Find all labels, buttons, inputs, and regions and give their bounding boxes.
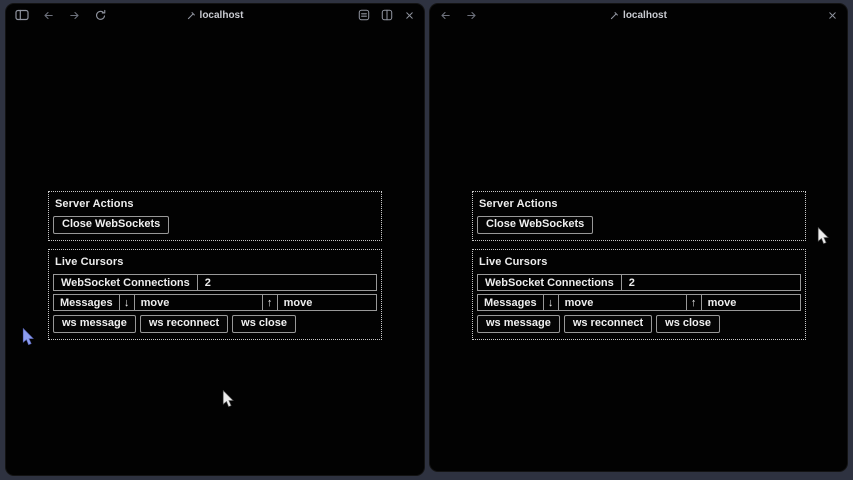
websocket-connections-row: WebSocket Connections 2: [53, 274, 377, 291]
server-actions-title: Server Actions: [479, 198, 801, 210]
demo-panel: Server Actions Close WebSockets Live Cur…: [472, 191, 806, 340]
arrow-up-icon: ↑: [262, 294, 278, 311]
messages-label: Messages: [53, 294, 120, 311]
link-icon: [187, 11, 196, 20]
messages-row: Messages ↓ move ↑ move: [477, 294, 801, 311]
forward-icon[interactable]: [68, 9, 81, 22]
ws-reconnect-button[interactable]: ws reconnect: [564, 315, 652, 333]
titlebar: localhost: [430, 4, 847, 26]
connections-label: WebSocket Connections: [54, 275, 198, 290]
close-websockets-button[interactable]: Close WebSockets: [477, 216, 593, 234]
last-sent-message: move: [701, 294, 801, 311]
reload-icon[interactable]: [94, 9, 107, 22]
ws-message-button[interactable]: ws message: [53, 315, 136, 333]
close-icon[interactable]: [404, 10, 415, 21]
arrow-down-icon: ↓: [119, 294, 135, 311]
server-actions-section: Server Actions Close WebSockets: [48, 191, 382, 241]
close-icon[interactable]: [827, 10, 838, 21]
live-cursors-section: Live Cursors WebSocket Connections 2 Mes…: [472, 249, 806, 340]
link-icon: [610, 11, 619, 20]
tab-overview-icon[interactable]: [381, 9, 393, 21]
ws-reconnect-button[interactable]: ws reconnect: [140, 315, 228, 333]
last-received-message: move: [558, 294, 687, 311]
browser-window-left: localhost Server Actions Close WebSocket…: [5, 3, 425, 476]
back-icon[interactable]: [439, 9, 452, 22]
ws-message-button[interactable]: ws message: [477, 315, 560, 333]
messages-label: Messages: [477, 294, 544, 311]
live-cursors-title: Live Cursors: [479, 256, 801, 268]
connections-value: 2: [198, 275, 376, 290]
back-icon[interactable]: [42, 9, 55, 22]
server-actions-title: Server Actions: [55, 198, 377, 210]
sidebar-toggle-icon[interactable]: [15, 8, 29, 22]
ws-close-button[interactable]: ws close: [656, 315, 720, 333]
close-websockets-button[interactable]: Close WebSockets: [53, 216, 169, 234]
url-text: localhost: [623, 10, 667, 21]
titlebar: localhost: [6, 4, 424, 26]
live-cursors-section: Live Cursors WebSocket Connections 2 Mes…: [48, 249, 382, 340]
messages-row: Messages ↓ move ↑ move: [53, 294, 377, 311]
reader-icon[interactable]: [358, 9, 370, 21]
arrow-down-icon: ↓: [543, 294, 559, 311]
last-received-message: move: [134, 294, 263, 311]
connections-value: 2: [622, 275, 800, 290]
address-display[interactable]: localhost: [430, 4, 847, 26]
arrow-up-icon: ↑: [686, 294, 702, 311]
url-text: localhost: [200, 10, 244, 21]
server-actions-section: Server Actions Close WebSockets: [472, 191, 806, 241]
ws-close-button[interactable]: ws close: [232, 315, 296, 333]
forward-icon[interactable]: [465, 9, 478, 22]
last-sent-message: move: [277, 294, 377, 311]
ws-buttons-row: ws message ws reconnect ws close: [477, 315, 801, 333]
websocket-connections-row: WebSocket Connections 2: [477, 274, 801, 291]
ws-buttons-row: ws message ws reconnect ws close: [53, 315, 377, 333]
connections-label: WebSocket Connections: [478, 275, 622, 290]
browser-window-right: localhost Server Actions Close WebSocket…: [429, 3, 848, 472]
demo-panel: Server Actions Close WebSockets Live Cur…: [48, 191, 382, 340]
live-cursors-title: Live Cursors: [55, 256, 377, 268]
